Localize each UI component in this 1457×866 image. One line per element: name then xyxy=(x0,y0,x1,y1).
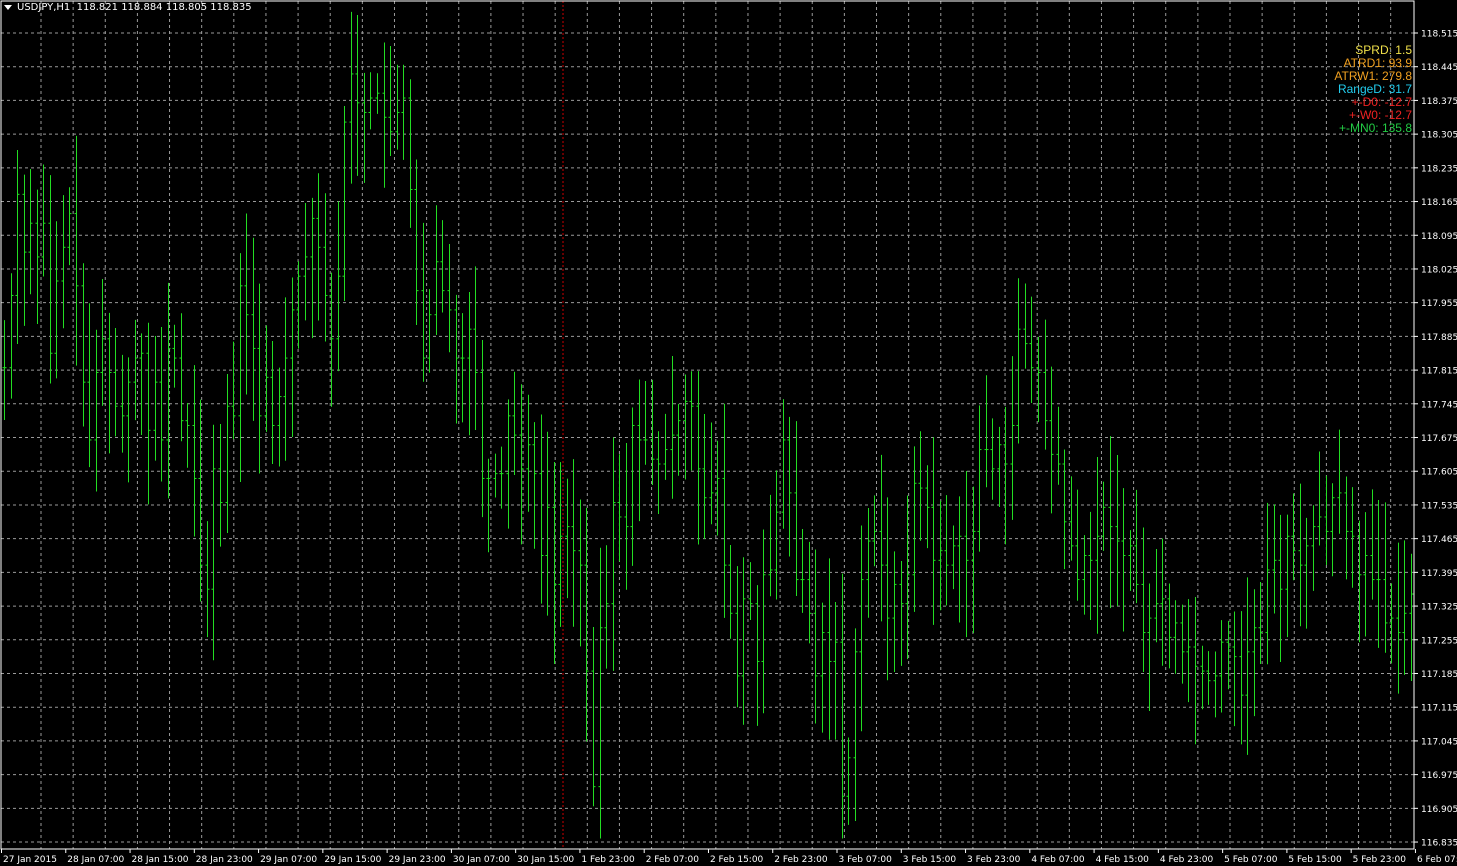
x-tick-label: 4 Feb 23:00 xyxy=(1160,855,1214,865)
y-tick-label: 117.395 xyxy=(1421,569,1457,579)
x-tick-label: 2 Feb 23:00 xyxy=(774,855,828,865)
x-tick-label: 2 Feb 07:00 xyxy=(646,855,700,865)
x-tick-label: 29 Jan 23:00 xyxy=(389,855,446,865)
x-tick-label: 6 Feb 07:00 xyxy=(1417,855,1457,865)
x-tick-label: 3 Feb 23:00 xyxy=(967,855,1021,865)
x-tick-label: 3 Feb 15:00 xyxy=(903,855,957,865)
x-tick-label: 28 Jan 07:00 xyxy=(67,855,124,865)
x-tick-label: 1 Feb 23:00 xyxy=(581,855,635,865)
y-tick-label: 118.375 xyxy=(1421,97,1457,107)
ohlc-readout: 118.821 118.884 118.805 118.835 xyxy=(76,2,252,13)
y-tick-label: 117.255 xyxy=(1421,636,1457,646)
chart-header: USDJPY,H1 118.821 118.884 118.805 118.83… xyxy=(4,2,252,13)
y-tick-label: 117.535 xyxy=(1421,501,1457,511)
y-tick-label: 116.905 xyxy=(1421,805,1457,815)
x-tick-label: 30 Jan 07:00 xyxy=(453,855,510,865)
x-tick-label: 28 Jan 23:00 xyxy=(196,855,253,865)
x-tick-label: 5 Feb 15:00 xyxy=(1288,855,1342,865)
indicator-mn0: +-MN0: 135.8 xyxy=(1338,121,1412,135)
y-tick-label: 117.605 xyxy=(1421,468,1457,478)
y-tick-label: 118.095 xyxy=(1421,232,1457,242)
x-tick-label: 29 Jan 15:00 xyxy=(324,855,381,865)
x-tick-label: 5 Feb 23:00 xyxy=(1353,855,1407,865)
y-tick-label: 117.045 xyxy=(1421,737,1457,747)
y-tick-label: 118.305 xyxy=(1421,131,1457,141)
y-tick-label: 116.835 xyxy=(1421,839,1457,849)
y-tick-label: 117.815 xyxy=(1421,367,1457,377)
y-tick-label: 118.445 xyxy=(1421,63,1457,73)
x-tick-label: 3 Feb 07:00 xyxy=(839,855,893,865)
x-tick-label: 2 Feb 15:00 xyxy=(710,855,764,865)
x-tick-label: 28 Jan 15:00 xyxy=(132,855,189,865)
x-tick-label: 29 Jan 07:00 xyxy=(260,855,317,865)
dropdown-triangle-icon[interactable] xyxy=(4,4,12,10)
x-tick-label: 4 Feb 07:00 xyxy=(1031,855,1085,865)
symbol-timeframe: USDJPY,H1 xyxy=(17,2,71,13)
x-tick-label: 30 Jan 15:00 xyxy=(517,855,574,865)
y-tick-label: 117.745 xyxy=(1421,400,1457,410)
price-chart[interactable]: 118.515 118.445 118.375 118.305 118.235 118.1… xyxy=(0,0,1457,866)
y-tick-label: 117.885 xyxy=(1421,333,1457,343)
y-tick-label: 117.115 xyxy=(1421,704,1457,714)
y-tick-label: 117.955 xyxy=(1421,299,1457,309)
y-tick-label: 118.235 xyxy=(1421,164,1457,174)
y-tick-label: 117.325 xyxy=(1421,603,1457,613)
y-tick-label: 117.185 xyxy=(1421,670,1457,680)
y-tick-label: 117.675 xyxy=(1421,434,1457,444)
x-tick-label: 5 Feb 07:00 xyxy=(1224,855,1278,865)
y-tick-label: 116.975 xyxy=(1421,771,1457,781)
y-tick-label: 118.025 xyxy=(1421,265,1457,275)
y-tick-label: 118.515 xyxy=(1421,30,1457,40)
x-tick-label: 27 Jan 2015 xyxy=(3,855,57,865)
y-tick-label: 117.465 xyxy=(1421,535,1457,545)
y-tick-label: 118.165 xyxy=(1421,198,1457,208)
x-tick-label: 4 Feb 15:00 xyxy=(1096,855,1150,865)
